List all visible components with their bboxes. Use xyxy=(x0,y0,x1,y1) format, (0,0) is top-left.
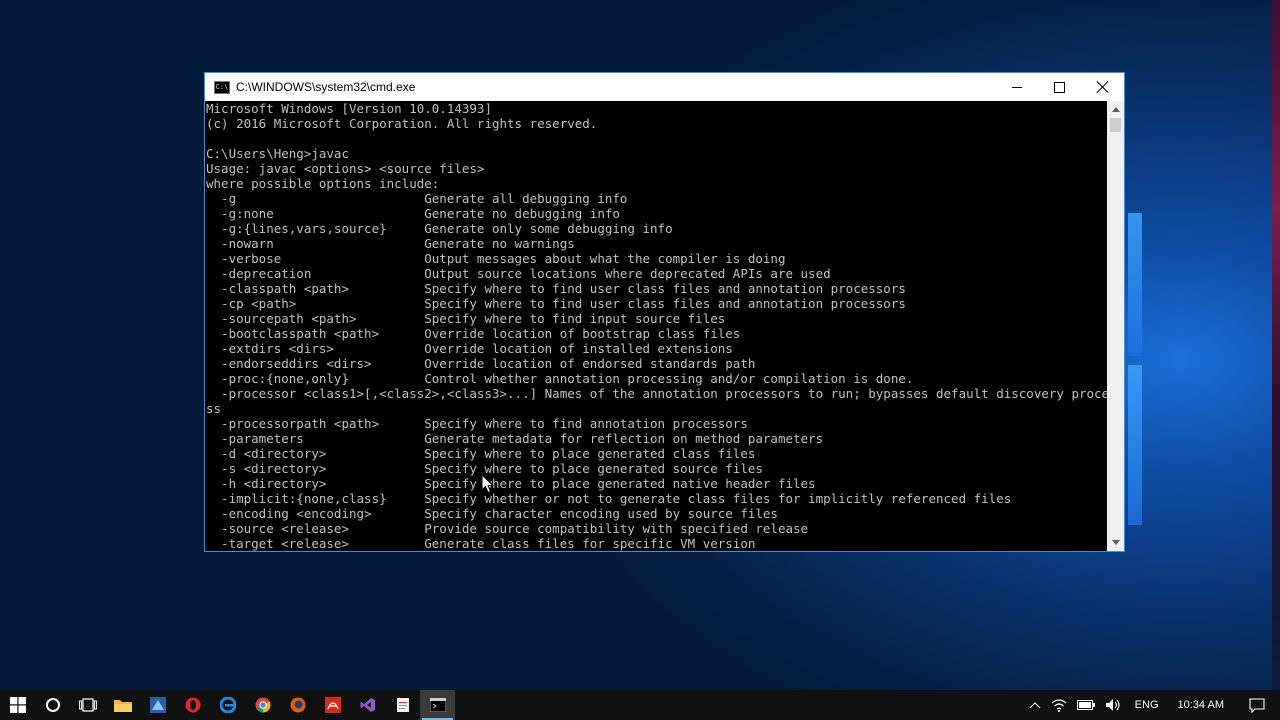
console-line: -g:none Generate no debugging info xyxy=(206,206,620,221)
battery-icon xyxy=(1076,700,1095,710)
opera-icon xyxy=(185,697,200,713)
speaker-icon xyxy=(1105,699,1120,711)
input-language-button[interactable]: ENG xyxy=(1126,690,1168,720)
start-button[interactable] xyxy=(0,690,35,720)
taskbar: ENG 10:34 AM xyxy=(0,690,1280,720)
console-line: -cp <path> Specify where to find user cl… xyxy=(206,296,906,311)
console-line: -g Generate all debugging info xyxy=(206,191,628,206)
clock-button[interactable]: 10:34 AM xyxy=(1168,690,1234,720)
desktop-logo-pane-bottom xyxy=(1128,365,1142,525)
window-controls xyxy=(995,73,1124,101)
console-line: -extdirs <dirs> Override location of ins… xyxy=(206,341,733,356)
cmd-window[interactable]: C:\ C:\WINDOWS\system32\cmd.exe Microsof… xyxy=(204,72,1125,552)
console-line: C:\Users\Heng>javac xyxy=(206,146,349,161)
notification-icon xyxy=(1249,697,1265,713)
console-text: Microsoft Windows [Version 10.0.14393] (c… xyxy=(205,101,1108,551)
cortana-circle-icon xyxy=(45,698,60,712)
console-line: -deprecation Output source locations whe… xyxy=(206,266,831,281)
notepad-icon xyxy=(396,698,409,712)
background-window-edge xyxy=(1272,0,1280,690)
console-line: -implicit:{none,class} Specify whether o… xyxy=(206,491,1012,506)
taskbar-app-blue[interactable] xyxy=(140,690,175,720)
folder-icon xyxy=(113,700,132,712)
taskbar-chrome[interactable] xyxy=(245,690,280,720)
app-blue-icon xyxy=(149,697,166,713)
minimize-button[interactable] xyxy=(995,73,1038,101)
title-bar[interactable]: C:\ C:\WINDOWS\system32\cmd.exe xyxy=(205,73,1124,101)
edge-icon xyxy=(219,697,236,713)
task-view-icon xyxy=(78,698,97,712)
taskbar-firefox[interactable] xyxy=(280,690,315,720)
maximize-button[interactable] xyxy=(1038,73,1081,101)
task-view-button[interactable] xyxy=(70,690,105,720)
console-line: -h <directory> Specify where to place ge… xyxy=(206,476,816,491)
acrobat-icon xyxy=(324,697,341,713)
maximize-icon xyxy=(1054,81,1065,93)
scroll-up-button[interactable] xyxy=(1107,101,1124,118)
battery-button[interactable] xyxy=(1072,690,1100,720)
show-hidden-icons-button[interactable] xyxy=(1024,690,1046,720)
action-center-button[interactable] xyxy=(1234,690,1280,720)
cortana-button[interactable] xyxy=(35,690,70,720)
desktop-logo-pane-top xyxy=(1128,213,1142,356)
minimize-icon xyxy=(1011,86,1022,88)
taskbar-acrobat[interactable] xyxy=(315,690,350,720)
console-line: -d <directory> Specify where to place ge… xyxy=(206,446,756,461)
cmd-app-icon[interactable]: C:\ xyxy=(214,80,230,94)
windows-logo-icon xyxy=(9,697,26,713)
volume-button[interactable] xyxy=(1100,690,1126,720)
close-button[interactable] xyxy=(1081,73,1124,101)
console-line: -source <release> Provide source compati… xyxy=(206,521,809,536)
console-line: (c) 2016 Microsoft Corporation. All righ… xyxy=(206,116,598,131)
console-line: -encoding <encoding> Specify character e… xyxy=(206,506,778,521)
taskbar-visual-studio[interactable] xyxy=(350,690,385,720)
console-output[interactable]: Microsoft Windows [Version 10.0.14393] (c… xyxy=(205,101,1108,551)
taskbar-cmd[interactable] xyxy=(420,690,455,720)
console-line: Microsoft Windows [Version 10.0.14393] xyxy=(206,101,492,116)
console-line: -s <directory> Specify where to place ge… xyxy=(206,461,763,476)
console-line: -endorseddirs <dirs> Override location o… xyxy=(206,356,756,371)
console-line: Usage: javac <options> <source files> xyxy=(206,161,485,176)
console-line: -nowarn Generate no warnings xyxy=(206,236,575,251)
console-line: -g:{lines,vars,source} Generate only som… xyxy=(206,221,673,236)
wifi-icon xyxy=(1051,699,1067,712)
close-icon xyxy=(1097,81,1109,93)
console-line: -target <release> Generate class files f… xyxy=(206,536,756,551)
console-line: -sourcepath <path> Specify where to find… xyxy=(206,311,726,326)
console-line: where possible options include: xyxy=(206,176,440,191)
console-line: ss xyxy=(206,401,222,416)
chevron-up-icon xyxy=(1029,702,1041,709)
window-title: C:\WINDOWS\system32\cmd.exe xyxy=(236,80,416,94)
firefox-icon xyxy=(290,697,305,713)
console-line: -classpath <path> Specify where to find … xyxy=(206,281,906,296)
vertical-scrollbar[interactable] xyxy=(1107,101,1124,551)
taskbar-edge[interactable] xyxy=(210,690,245,720)
console-line: -parameters Generate metadata for reflec… xyxy=(206,431,824,446)
cmd-icon xyxy=(429,698,446,712)
visual-studio-icon xyxy=(360,698,375,712)
taskbar-file-explorer[interactable] xyxy=(105,690,140,720)
console-line: -processor <class1>[,<class2>,<class3>..… xyxy=(206,386,1108,401)
mouse-pointer-icon xyxy=(481,474,495,494)
console-line: -verbose Output messages about what the … xyxy=(206,251,786,266)
console-line: -bootclasspath <path> Override location … xyxy=(206,326,741,341)
chrome-icon xyxy=(255,697,271,713)
scroll-thumb[interactable] xyxy=(1110,118,1121,132)
network-button[interactable] xyxy=(1046,690,1072,720)
console-line: -proc:{none,only} Control whether annota… xyxy=(206,371,914,386)
taskbar-notepad-app[interactable] xyxy=(385,690,420,720)
taskbar-opera[interactable] xyxy=(175,690,210,720)
system-tray: ENG 10:34 AM xyxy=(1024,690,1280,720)
scroll-down-button[interactable] xyxy=(1107,534,1124,551)
console-line: -processorpath <path> Specify where to f… xyxy=(206,416,748,431)
chevron-up-icon xyxy=(1111,107,1120,112)
chevron-down-icon xyxy=(1111,540,1120,545)
